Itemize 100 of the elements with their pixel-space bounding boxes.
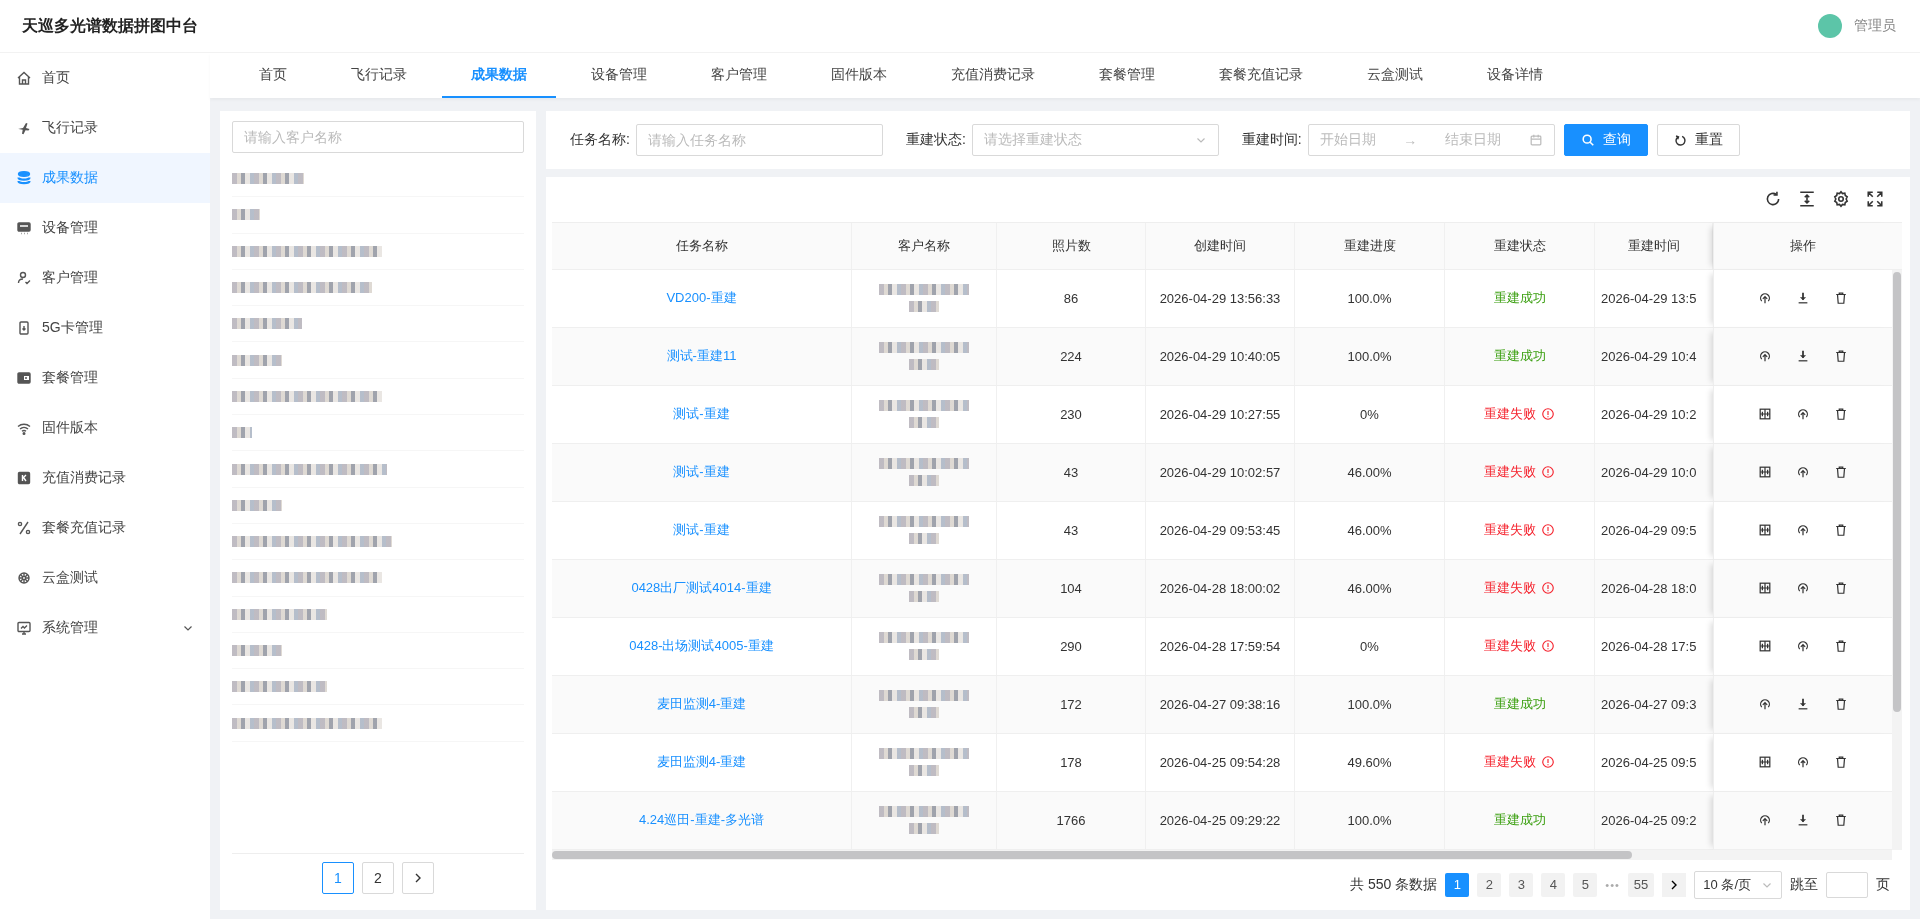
percent-icon bbox=[16, 520, 32, 536]
task-name-field[interactable]: 请输入任务名称 bbox=[635, 124, 883, 156]
page-suffix: 页 bbox=[1876, 875, 1890, 894]
next-page-button[interactable] bbox=[1662, 872, 1687, 897]
table-cell: 1766 bbox=[997, 791, 1146, 850]
info-icon[interactable] bbox=[1541, 465, 1555, 480]
table-cell: 2026-04-28 17:5 bbox=[1595, 617, 1713, 676]
column-header: 重建进度 bbox=[1295, 222, 1445, 270]
delete-icon bbox=[1834, 755, 1848, 770]
status-text: 重建成功 bbox=[1493, 695, 1546, 714]
table-cell: 43 bbox=[997, 443, 1146, 502]
status-text: 重建失败 bbox=[1484, 521, 1536, 540]
status-text: 重建失败 bbox=[1484, 753, 1536, 772]
table-cell: 46.00% bbox=[1295, 501, 1445, 560]
table-cell: 172 bbox=[997, 675, 1146, 734]
info-icon[interactable] bbox=[1541, 755, 1555, 770]
column-header: 操作 bbox=[1713, 222, 1892, 270]
upload-icon bbox=[1796, 639, 1810, 654]
upload-icon bbox=[1758, 349, 1772, 364]
status-text: 重建失败 bbox=[1484, 637, 1536, 656]
total-count: 共 550 条数据 bbox=[1350, 875, 1438, 894]
column-header: 重建时间 bbox=[1595, 222, 1713, 270]
sidebar-item[interactable]: 5G卡管理 bbox=[0, 303, 210, 353]
info-icon[interactable] bbox=[1541, 523, 1555, 538]
next-page-button[interactable] bbox=[402, 862, 434, 894]
user-name[interactable]: 管理员 bbox=[1854, 17, 1896, 35]
user-icon bbox=[16, 270, 32, 286]
gear-icon bbox=[16, 570, 32, 586]
search-icon bbox=[1580, 133, 1595, 147]
page-button[interactable]: 2 bbox=[1477, 872, 1502, 897]
upload-icon bbox=[1796, 523, 1810, 538]
sidebar-item[interactable]: 充值消费记录 bbox=[0, 453, 210, 503]
delete-icon bbox=[1834, 697, 1848, 712]
upload-icon bbox=[1758, 291, 1772, 306]
page-button[interactable]: 3 bbox=[1509, 872, 1534, 897]
blurred-text bbox=[232, 209, 260, 221]
download-icon bbox=[1796, 697, 1810, 712]
upload-icon bbox=[1796, 581, 1810, 596]
tab[interactable]: 客户管理 bbox=[682, 53, 796, 98]
split-grid-icon bbox=[1758, 581, 1772, 596]
tab[interactable]: 设备管理 bbox=[562, 53, 676, 98]
tab[interactable]: 套餐管理 bbox=[1070, 53, 1184, 98]
info-icon[interactable] bbox=[1541, 639, 1555, 654]
vertical-scrollbar[interactable] bbox=[1892, 269, 1902, 850]
table-cell: 2026-04-27 09:38:16 bbox=[1146, 675, 1295, 734]
table-cell: 100.0% bbox=[1295, 269, 1445, 328]
sidebar-item[interactable]: 套餐充值记录 bbox=[0, 503, 210, 553]
sidebar-item[interactable]: 固件版本 bbox=[0, 403, 210, 453]
delete-icon bbox=[1834, 813, 1848, 828]
download-icon bbox=[1796, 291, 1810, 306]
horizontal-scrollbar[interactable] bbox=[552, 849, 1892, 860]
blurred-text bbox=[909, 417, 939, 429]
split-grid-icon bbox=[1758, 755, 1772, 770]
sidebar-item[interactable]: 设备管理 bbox=[0, 203, 210, 253]
tab[interactable]: 云盒测试 bbox=[1338, 53, 1452, 98]
info-icon[interactable] bbox=[1541, 407, 1555, 422]
info-icon[interactable] bbox=[1541, 581, 1555, 596]
table-cell: 2026-04-28 18:00:02 bbox=[1146, 559, 1295, 618]
field-label: 任务名称: bbox=[570, 131, 630, 149]
tab[interactable]: 固件版本 bbox=[802, 53, 916, 98]
status-text: 重建成功 bbox=[1493, 289, 1546, 308]
fullscreen-icon bbox=[1866, 190, 1884, 209]
device-icon bbox=[16, 220, 32, 236]
page-button[interactable]: 2 bbox=[362, 862, 394, 894]
badge-icon bbox=[16, 470, 32, 486]
table-cell: 2026-04-28 17:59:54 bbox=[1146, 617, 1295, 676]
home-icon bbox=[16, 70, 32, 86]
tab[interactable]: 飞行记录 bbox=[322, 53, 436, 98]
sidebar-item[interactable]: 系统管理 bbox=[0, 603, 210, 653]
column-header: 创建时间 bbox=[1146, 222, 1295, 270]
table-cell: 49.60% bbox=[1295, 733, 1445, 792]
customer-search-field[interactable]: 请输入客户名称 bbox=[232, 121, 524, 153]
download-icon bbox=[1796, 349, 1810, 364]
sidebar-item[interactable]: 云盒测试 bbox=[0, 553, 210, 603]
tab[interactable]: 套餐充值记录 bbox=[1190, 53, 1332, 98]
upload-icon bbox=[1758, 813, 1772, 828]
page-button[interactable]: 5 bbox=[1573, 872, 1598, 897]
page-size-select[interactable]: 10 条/页 bbox=[1694, 870, 1782, 899]
delete-icon bbox=[1834, 291, 1848, 306]
delete-icon bbox=[1834, 523, 1848, 538]
page-button[interactable]: 55 bbox=[1627, 872, 1655, 897]
upload-icon bbox=[1758, 697, 1772, 712]
jump-page-field[interactable] bbox=[1826, 871, 1868, 898]
calendar-icon bbox=[1528, 133, 1543, 147]
tab[interactable]: 充值消费记录 bbox=[922, 53, 1064, 98]
page-button[interactable]: 4 bbox=[1541, 872, 1566, 897]
table-cell: 2026-04-25 09:29:22 bbox=[1146, 791, 1295, 850]
column-header: 重建状态 bbox=[1445, 222, 1595, 270]
sidebar-item[interactable]: 首页 bbox=[0, 53, 210, 103]
tab[interactable]: 首页 bbox=[230, 53, 316, 98]
blurred-text bbox=[232, 173, 304, 185]
sidebar-item[interactable]: 客户管理 bbox=[0, 253, 210, 303]
sidebar-item[interactable]: 飞行记录 bbox=[0, 103, 210, 153]
table-cell: 2026-04-29 10:02:57 bbox=[1146, 443, 1295, 502]
reset-button[interactable]: 重置 bbox=[1656, 124, 1740, 156]
tab[interactable]: 设备详情 bbox=[1458, 53, 1572, 98]
column-height-icon bbox=[1798, 190, 1816, 209]
sidebar-item[interactable]: 套餐管理 bbox=[0, 353, 210, 403]
column-header: 照片数 bbox=[997, 222, 1146, 270]
blurred-text bbox=[909, 765, 939, 777]
